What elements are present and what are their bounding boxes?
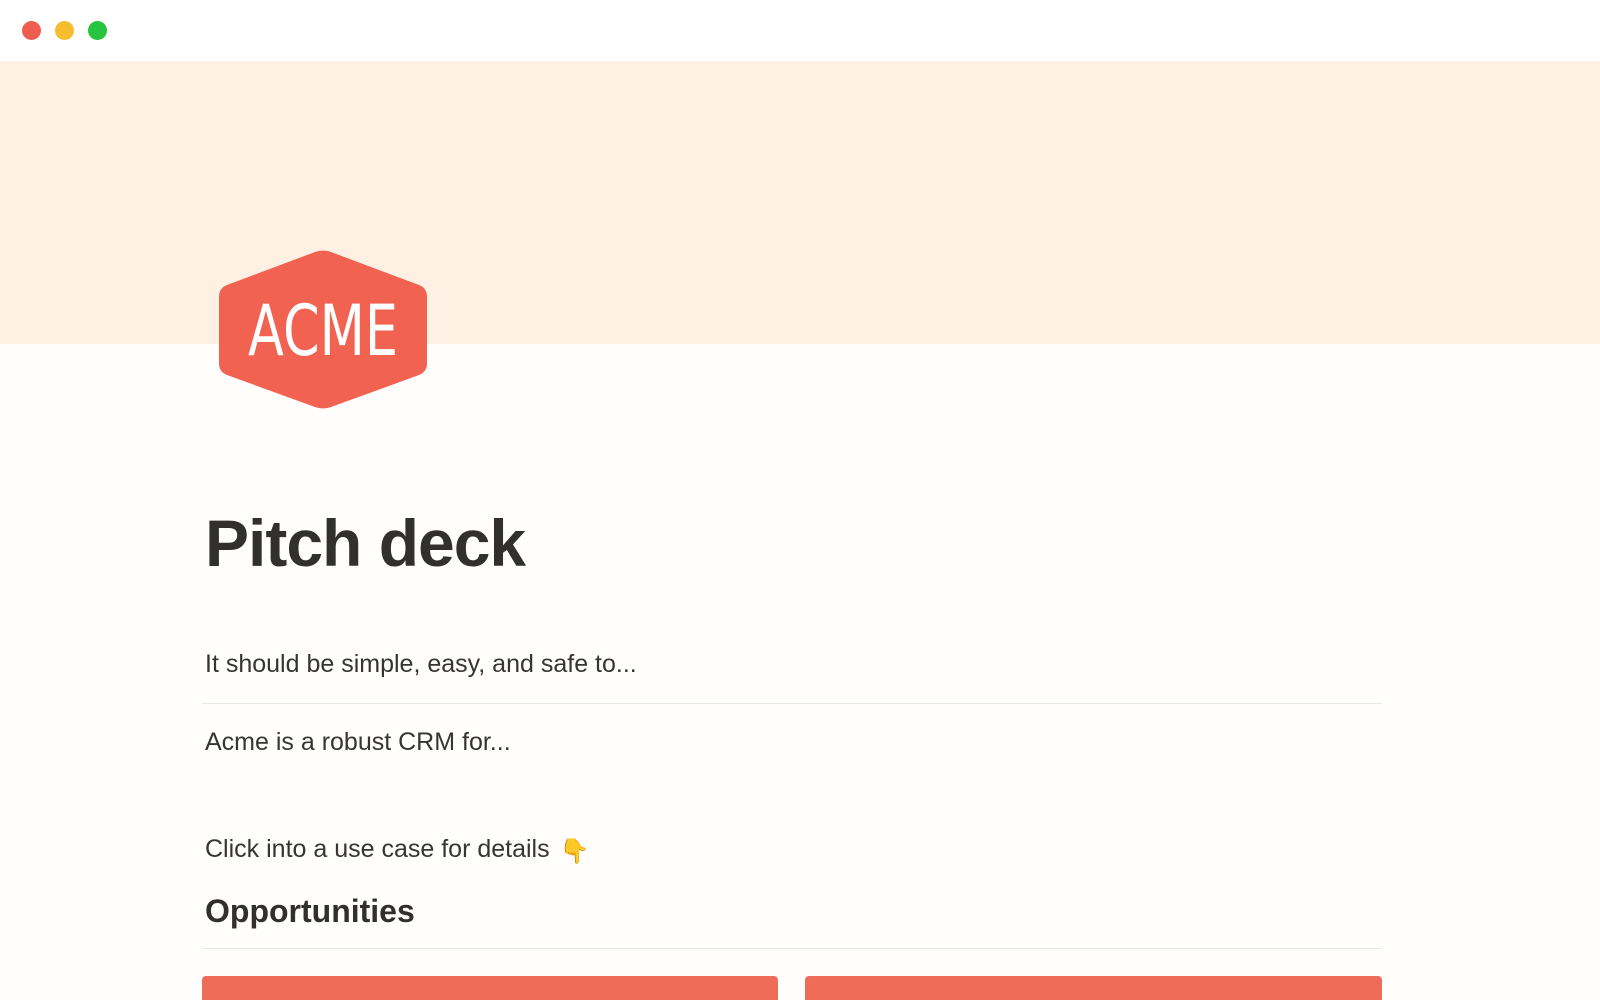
section-heading-opportunities[interactable]: Opportunities xyxy=(205,895,415,927)
pointing-down-icon: 👇 xyxy=(559,838,590,865)
text-block-3-label: Click into a use case for details xyxy=(205,835,550,863)
text-block-2[interactable]: Acme is a robust CRM for... xyxy=(205,730,511,755)
logo-text: ACME xyxy=(248,290,398,372)
divider xyxy=(202,703,1382,704)
text-block-1[interactable]: It should be simple, easy, and safe to..… xyxy=(205,652,637,677)
zoom-window-button[interactable] xyxy=(88,21,107,40)
divider xyxy=(202,948,1382,949)
app-window: ACME Pitch deck It should be simple, eas… xyxy=(0,0,1600,1000)
acme-logo-icon: ACME xyxy=(219,250,427,409)
close-window-button[interactable] xyxy=(22,21,41,40)
title-bar xyxy=(0,0,1600,61)
page-title[interactable]: Pitch deck xyxy=(205,510,526,576)
minimize-window-button[interactable] xyxy=(55,21,74,40)
page-icon-logo[interactable]: ACME xyxy=(219,249,429,409)
text-block-3[interactable]: Click into a use case for details 👇 xyxy=(205,837,590,864)
gallery-card[interactable] xyxy=(805,976,1382,1000)
gallery-card[interactable] xyxy=(202,976,778,1000)
